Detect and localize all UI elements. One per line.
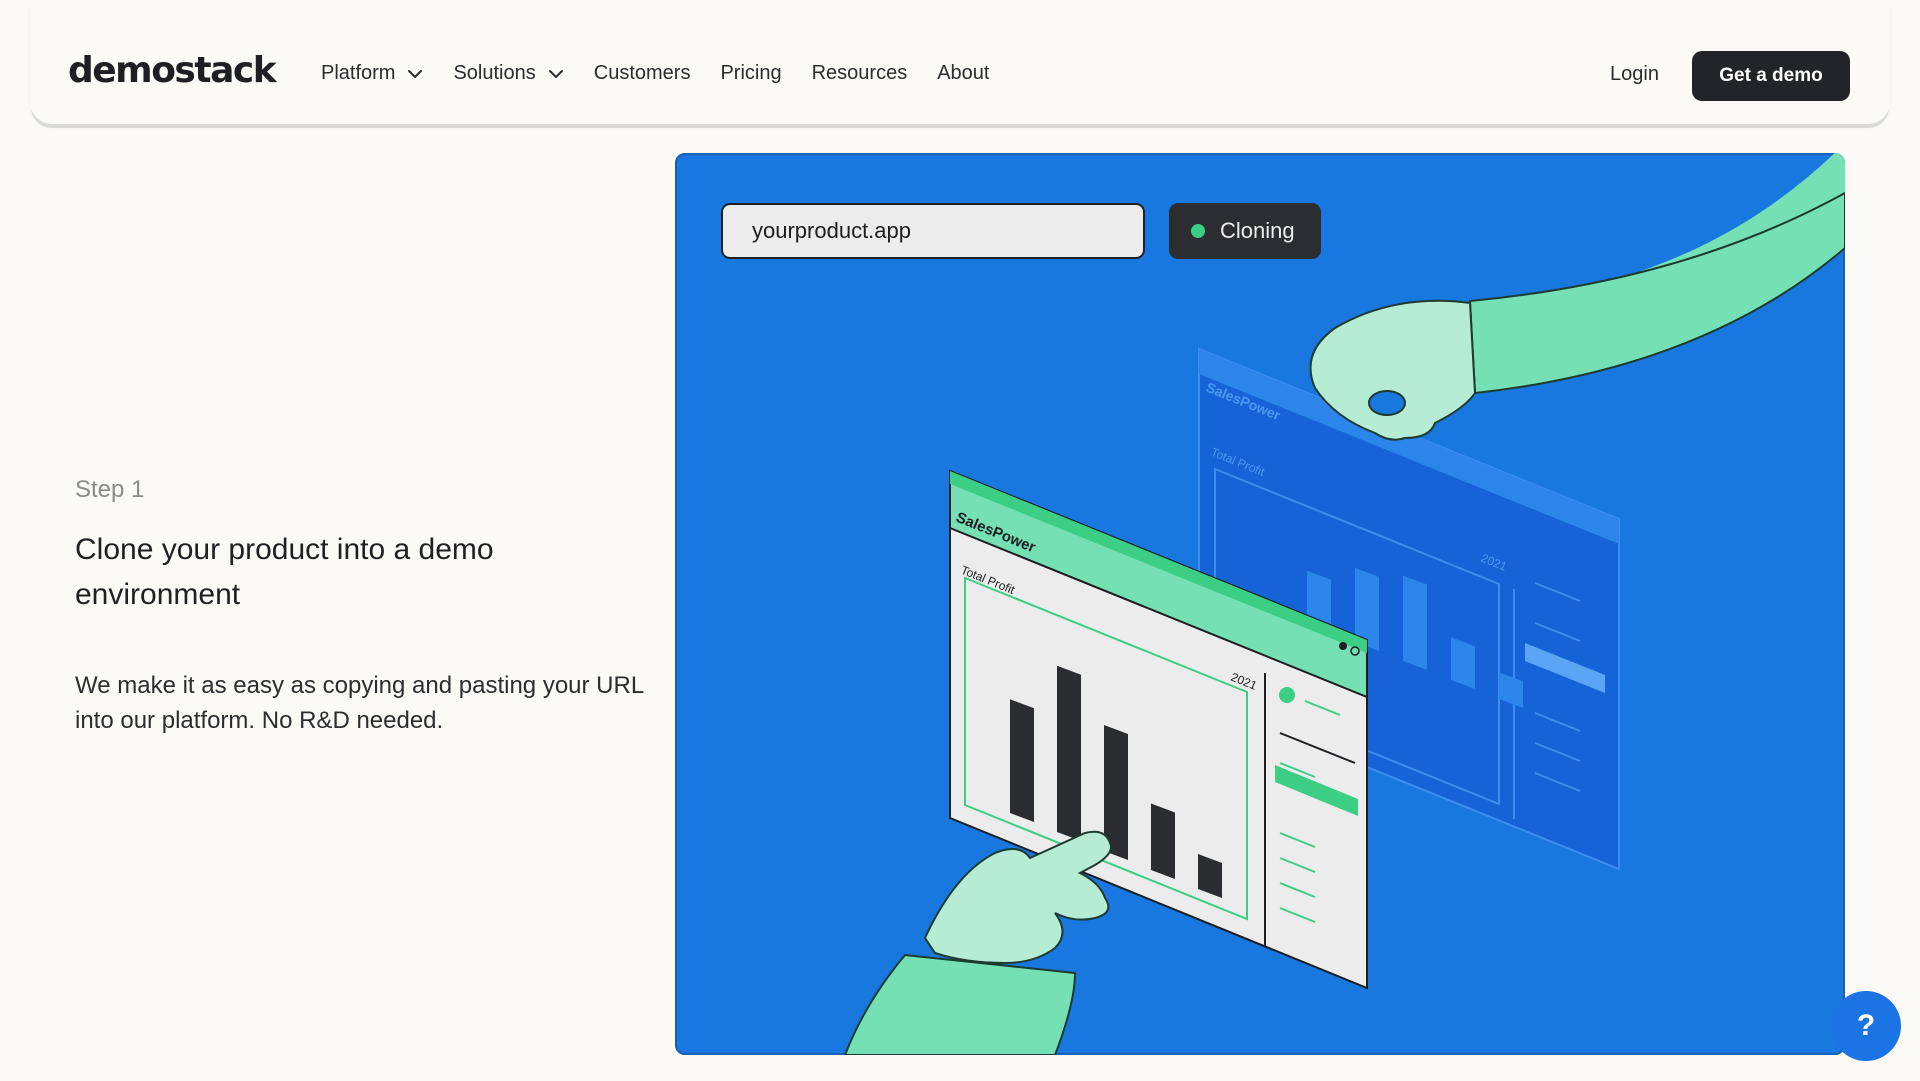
chevron-down-icon	[408, 69, 423, 78]
bottom-hand	[923, 830, 1112, 965]
status-dot-icon	[1191, 224, 1205, 238]
nav-item-label: About	[937, 62, 990, 84]
nav-item-label: Customers	[593, 62, 691, 84]
front-side-avatar	[1279, 687, 1295, 703]
nav-item-customers[interactable]: Customers	[594, 62, 691, 85]
nav-item-label: Pricing	[720, 62, 782, 84]
step-heading: Clone your product into a demo environme…	[75, 533, 494, 611]
help-icon: ?	[1856, 1009, 1876, 1042]
nav-item-solutions[interactable]: Solutions	[453, 62, 563, 85]
nav-item-platform[interactable]: Platform	[321, 62, 423, 85]
step-description: We make it as easy as copying and pastin…	[75, 672, 644, 734]
site-header: demostack Platform Solutions Customers P…	[30, 0, 1890, 124]
nav-item-pricing[interactable]: Pricing	[720, 62, 781, 85]
nav-item-about[interactable]: About	[937, 62, 989, 85]
demostack-logo[interactable]: demostack	[68, 50, 277, 91]
status-label: Cloning	[1220, 218, 1295, 243]
illustration-panel: SalesPower Total Profit 2021 SalesPower …	[675, 153, 1845, 1055]
nav-item-label: Resources	[811, 62, 908, 84]
back-bar-3	[1403, 575, 1427, 670]
help-button[interactable]: ?	[1831, 991, 1901, 1061]
cloning-illustration: SalesPower Total Profit 2021 SalesPower …	[843, 153, 1845, 1055]
nav-item-resources[interactable]: Resources	[812, 62, 908, 85]
nav-item-label: Solutions	[453, 62, 536, 84]
bottom-arm	[843, 953, 1077, 1055]
chevron-down-icon	[548, 69, 563, 78]
main-nav: Platform Solutions Customers Pricing Res…	[321, 62, 1019, 85]
login-link[interactable]: Login	[1610, 63, 1659, 86]
front-bar-2	[1057, 665, 1081, 841]
url-input: yourproduct.app	[721, 203, 1145, 259]
get-a-demo-button[interactable]: Get a demo	[1692, 51, 1850, 101]
back-bar-4	[1451, 637, 1475, 689]
front-bar-1	[1010, 699, 1034, 822]
nav-item-label: Platform	[321, 62, 396, 84]
top-sleeve	[1468, 191, 1845, 395]
cloning-status-badge: Cloning	[1169, 203, 1321, 259]
front-bar-4	[1151, 803, 1175, 879]
step-label: Step 1	[75, 476, 145, 503]
